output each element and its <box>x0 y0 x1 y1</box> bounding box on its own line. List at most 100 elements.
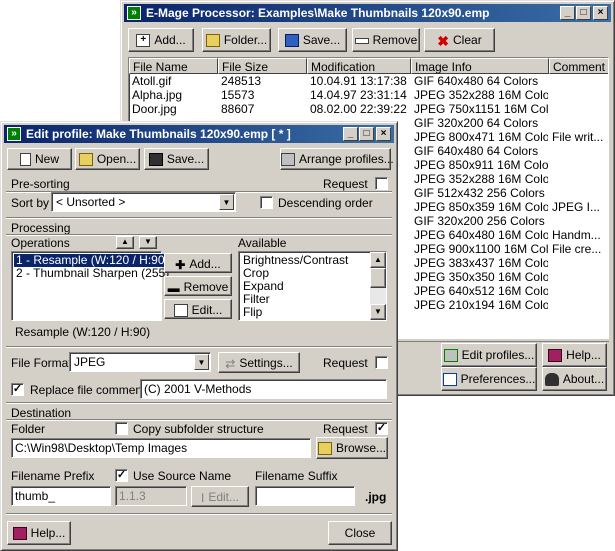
available-list[interactable]: Brightness/Contrast Crop Expand Filter Flip … <box>238 251 387 321</box>
row-comment: Handm... <box>552 228 601 242</box>
clear-button[interactable]: ✖ Clear <box>424 28 495 52</box>
column-header-modification[interactable]: Modification <box>307 58 411 74</box>
browse-button[interactable]: Browse... <box>316 437 388 459</box>
table-row[interactable]: Atoll.gif 248513 10.04.91 13:17:38 GIF 640x… <box>129 74 608 88</box>
prefix-label: Filename Prefix <box>11 469 95 483</box>
open-folder-icon <box>78 153 93 167</box>
row-size: 15573 <box>221 88 255 102</box>
remove-operation-button[interactable]: ▬ Remove <box>164 276 232 296</box>
row-name: Door.jpg <box>132 102 177 116</box>
folder-button[interactable]: Folder... <box>202 28 271 52</box>
available-scrollbar[interactable]: ▲ ▼ <box>370 252 386 320</box>
file-format-select[interactable]: JPEG ▼ <box>69 352 211 372</box>
sort-by-select[interactable]: < Unsorted > ▼ <box>51 192 236 212</box>
about-button[interactable]: About... <box>542 367 607 391</box>
dialog-title-bar[interactable]: » Edit profile: Make Thumbnails 120x90.e… <box>4 125 394 143</box>
save-list-button[interactable]: Save... <box>278 28 347 52</box>
table-row[interactable]: Door.jpg 88607 08.02.00 22:39:22 JPEG 750x1… <box>129 102 608 116</box>
dialog-close-icon-button[interactable]: × <box>376 127 391 141</box>
descending-label: Descending order <box>278 196 373 210</box>
chevron-down-icon[interactable]: ▼ <box>219 194 234 210</box>
row-info: JPEG 210x194 16M Colors <box>414 298 548 312</box>
open-profile-button[interactable]: Open... <box>75 148 140 170</box>
replace-comment-label: Replace file comment <box>30 383 146 397</box>
row-size: 88607 <box>221 102 255 116</box>
format-chevron-down-icon[interactable]: ▼ <box>194 354 209 370</box>
suffix-input[interactable] <box>255 486 355 506</box>
main-help-button[interactable]: Help... <box>542 343 607 367</box>
new-profile-button[interactable]: New <box>7 148 72 170</box>
scroll-thumb[interactable] <box>370 268 386 288</box>
format-settings-button[interactable]: ⇄ Settings... <box>218 352 300 373</box>
dialog-minimize-button[interactable]: _ <box>343 127 358 141</box>
row-size: 248513 <box>221 74 262 88</box>
row-info: JPEG 900x1100 16M Col... <box>414 242 548 256</box>
remove-icon <box>354 37 369 44</box>
edit-operation-button[interactable]: Edit... <box>164 299 232 319</box>
destination-request-checkbox[interactable]: ✓ <box>375 422 388 435</box>
scroll-up-icon[interactable]: ▲ <box>370 252 386 268</box>
source-edit-button[interactable]: I Edit... <box>191 486 249 507</box>
row-comment: JPEG I... <box>552 200 601 214</box>
column-header-image-info[interactable]: Image Info <box>411 58 549 74</box>
operations-label: Operations <box>11 236 70 250</box>
row-info: GIF 512x432 256 Colors <box>414 186 545 200</box>
prefix-input[interactable]: thumb_ <box>11 486 111 506</box>
folder-input[interactable]: C:\Win98\Desktop\Temp Images <box>11 438 311 458</box>
destination-line-top <box>6 402 392 404</box>
row-name: Alpha.jpg <box>132 88 183 102</box>
dialog-title: Edit profile: Make Thumbnails 120x90.emp… <box>26 127 291 141</box>
copy-subfolder-label: Copy subfolder structure <box>133 422 264 436</box>
column-header-name[interactable]: File Name <box>129 58 218 74</box>
format-request-checkbox[interactable] <box>375 356 388 369</box>
row-mod: 14.04.97 23:31:14 <box>310 88 407 102</box>
row-info: JPEG 750x1151 16M Col... <box>414 102 548 116</box>
row-info: JPEG 850x911 16M Colors <box>414 158 548 172</box>
arrange-profiles-button[interactable]: Arrange profiles... <box>280 148 394 170</box>
row-mod: 10.04.91 13:17:38 <box>310 74 407 88</box>
row-info: GIF 640x480 64 Colors <box>414 144 539 158</box>
minimize-button[interactable]: _ <box>560 6 575 20</box>
scroll-down-icon[interactable]: ▼ <box>370 304 386 320</box>
remove-list-button[interactable]: Remove <box>352 28 420 52</box>
plus-icon: ✚ <box>175 257 186 272</box>
table-row[interactable]: Alpha.jpg 15573 14.04.97 23:31:14 JPEG 352x… <box>129 88 608 102</box>
operation-item[interactable]: 2 - Thumbnail Sharpen (255) <box>14 267 171 280</box>
close-dialog-button[interactable]: Close <box>328 521 392 545</box>
preferences-button[interactable]: Preferences... <box>441 367 537 391</box>
operations-list[interactable]: 1 - Resample (W:120 / H:90) 2 - Thumbnai… <box>11 251 171 321</box>
row-info: JPEG 640x480 16M Colors <box>414 228 548 242</box>
edit-profiles-button[interactable]: Edit profiles... <box>441 343 537 367</box>
maximize-button[interactable]: □ <box>576 6 591 20</box>
move-up-button[interactable]: ▲ <box>116 236 134 249</box>
move-down-button[interactable]: ▼ <box>139 236 157 249</box>
row-info: GIF 320x200 256 Colors <box>414 214 545 228</box>
comment-input[interactable]: (C) 2001 V-Methods <box>140 379 387 399</box>
clear-icon: ✖ <box>437 32 450 49</box>
main-title-bar[interactable]: » E-Mage Processor: Examples\Make Thumbn… <box>124 4 611 22</box>
add-button[interactable]: + Add... <box>128 28 194 52</box>
save-profile-button[interactable]: Save... <box>144 148 209 170</box>
column-header-size[interactable]: File Size <box>218 58 307 74</box>
presorting-request-checkbox[interactable] <box>375 177 388 190</box>
presorting-section-label: Pre-sorting <box>11 177 70 191</box>
descending-checkbox[interactable] <box>260 196 273 209</box>
replace-comment-checkbox[interactable]: ✓ <box>11 383 24 396</box>
available-item[interactable]: Flip <box>241 306 264 319</box>
destination-request-label: Request <box>323 422 368 436</box>
edit-profile-dialog: » Edit profile: Make Thumbnails 120x90.e… <box>0 121 398 551</box>
destination-section-label: Destination <box>11 406 72 420</box>
copy-subfolder-checkbox[interactable] <box>115 422 128 435</box>
row-info: JPEG 352x288 16M Colors <box>414 88 548 102</box>
dialog-help-book-icon <box>12 527 27 541</box>
row-info: GIF 640x480 64 Colors <box>414 74 539 88</box>
use-source-checkbox[interactable]: ✓ <box>115 469 128 482</box>
source-name-field: 1.1.3 <box>115 486 187 506</box>
dialog-maximize-button[interactable]: □ <box>359 127 374 141</box>
column-header-comment[interactable]: Comment <box>549 58 608 74</box>
add-operation-button[interactable]: ✚ Add... <box>164 253 232 273</box>
dialog-help-button[interactable]: Help... <box>7 521 71 545</box>
row-info: JPEG 352x288 16M Colors <box>414 172 548 186</box>
footer-line <box>6 513 392 515</box>
close-button[interactable]: × <box>593 6 608 20</box>
